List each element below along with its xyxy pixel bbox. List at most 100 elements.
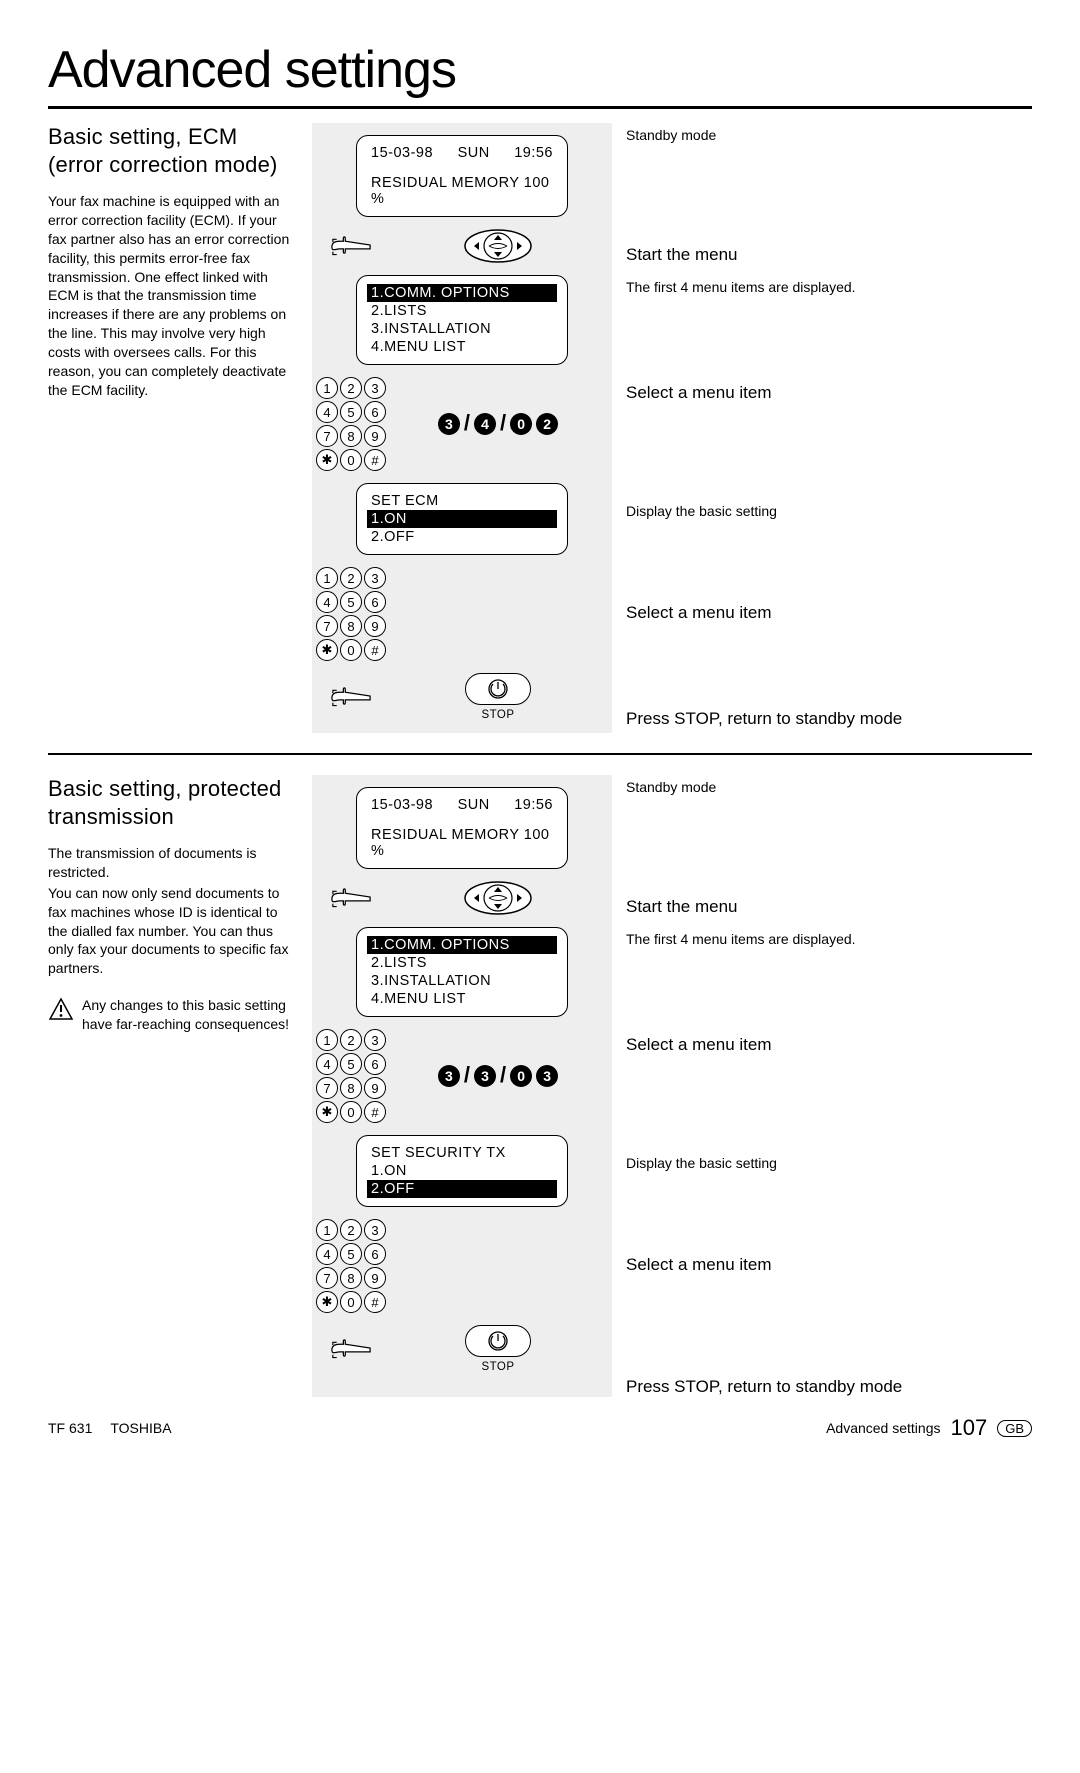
keypad-icon: 1 2 3 4 5 6 7 8 9 ✱ 0 #	[316, 567, 386, 661]
note-start-menu: Start the menu	[626, 897, 1032, 917]
key-1[interactable]: 1	[316, 1029, 338, 1051]
keypad-icon: 1 2 3 4 5 6 7 8 9 ✱ 0 #	[316, 377, 386, 471]
key-6[interactable]: 6	[364, 591, 386, 613]
footer-page: 107	[950, 1415, 987, 1441]
key-3[interactable]: 3	[364, 1029, 386, 1051]
section-ecm-body: Your fax machine is equipped with an err…	[48, 192, 298, 400]
key-2[interactable]: 2	[340, 377, 362, 399]
key-2[interactable]: 2	[340, 567, 362, 589]
warning-text: Any changes to this basic setting have f…	[82, 996, 298, 1034]
key-5[interactable]: 5	[340, 591, 362, 613]
key-7[interactable]: 7	[316, 1267, 338, 1289]
note-select-2: Select a menu item	[626, 603, 1032, 623]
menu-item-2: 2.LISTS	[367, 302, 557, 320]
note-select: Select a menu item	[626, 1035, 1032, 1055]
key-star[interactable]: ✱	[316, 1291, 338, 1313]
key-6[interactable]: 6	[364, 1243, 386, 1265]
note-start-menu: Start the menu	[626, 245, 1032, 265]
keypad-icon: 1 2 3 4 5 6 7 8 9 ✱ 0 #	[316, 1029, 386, 1123]
key-4[interactable]: 4	[316, 401, 338, 423]
section-protected-heading: Basic setting, protected transmission	[48, 775, 298, 830]
seq-sep: /	[464, 1062, 470, 1088]
key-9[interactable]: 9	[364, 1267, 386, 1289]
note-display-basic: Display the basic setting	[626, 503, 1032, 519]
seq-digit: 3	[438, 1065, 460, 1087]
key-1[interactable]: 1	[316, 1219, 338, 1241]
key-2[interactable]: 2	[340, 1219, 362, 1241]
lcd-time: 19:56	[514, 797, 553, 813]
key-3[interactable]: 3	[364, 1219, 386, 1241]
stop-button[interactable]	[465, 673, 531, 705]
key-8[interactable]: 8	[340, 1077, 362, 1099]
section-protected-body1: The transmission of documents is restric…	[48, 844, 298, 882]
menu-item-1: 1.COMM. OPTIONS	[367, 936, 557, 954]
key-6[interactable]: 6	[364, 401, 386, 423]
key-0[interactable]: 0	[340, 1291, 362, 1313]
key-star[interactable]: ✱	[316, 449, 338, 471]
section-protected-body2: You can now only send documents to fax m…	[48, 884, 298, 978]
key-1[interactable]: 1	[316, 377, 338, 399]
menu-item-3: 3.INSTALLATION	[367, 320, 557, 338]
warning-icon	[48, 997, 74, 1021]
lcd-day: SUN	[458, 797, 490, 813]
key-hash[interactable]: #	[364, 639, 386, 661]
lcd-standby: 15-03-98 SUN 19:56 RESIDUAL MEMORY 100 %	[356, 135, 568, 217]
key-star[interactable]: ✱	[316, 639, 338, 661]
menu-item-3: 3.INSTALLATION	[367, 972, 557, 990]
key-9[interactable]: 9	[364, 615, 386, 637]
note-select-2: Select a menu item	[626, 1255, 1032, 1275]
key-7[interactable]: 7	[316, 615, 338, 637]
stop-icon	[487, 1330, 509, 1352]
key-1[interactable]: 1	[316, 567, 338, 589]
key-3[interactable]: 3	[364, 377, 386, 399]
key-4[interactable]: 4	[316, 1053, 338, 1075]
security-title: SET SECURITY TX	[367, 1144, 557, 1162]
stop-icon	[487, 678, 509, 700]
key-0[interactable]: 0	[340, 639, 362, 661]
key-0[interactable]: 0	[340, 1101, 362, 1123]
note-select: Select a menu item	[626, 383, 1032, 403]
key-0[interactable]: 0	[340, 449, 362, 471]
footer-brand: TOSHIBA	[110, 1420, 171, 1436]
seq-digit: 3	[438, 413, 460, 435]
seq-digit: 4	[474, 413, 496, 435]
key-4[interactable]: 4	[316, 1243, 338, 1265]
nav-rocker-button[interactable]	[464, 881, 532, 915]
lcd-memory: RESIDUAL MEMORY 100 %	[367, 174, 557, 208]
lcd-date: 15-03-98	[371, 797, 433, 813]
seq-digit: 0	[510, 413, 532, 435]
note-press-stop: Press STOP, return to standby mode	[626, 709, 1032, 729]
key-8[interactable]: 8	[340, 1267, 362, 1289]
key-7[interactable]: 7	[316, 1077, 338, 1099]
key-5[interactable]: 5	[340, 1053, 362, 1075]
key-5[interactable]: 5	[340, 401, 362, 423]
nav-rocker-button[interactable]	[464, 229, 532, 263]
key-hash[interactable]: #	[364, 1291, 386, 1313]
security-opt-on: 1.ON	[367, 1162, 557, 1180]
ecm-title: SET ECM	[367, 492, 557, 510]
key-2[interactable]: 2	[340, 1029, 362, 1051]
key-3[interactable]: 3	[364, 567, 386, 589]
note-standby: Standby mode	[626, 127, 1032, 143]
key-9[interactable]: 9	[364, 1077, 386, 1099]
key-8[interactable]: 8	[340, 425, 362, 447]
pointing-hand-icon	[330, 1336, 372, 1362]
seq-digit: 2	[536, 413, 558, 435]
key-8[interactable]: 8	[340, 615, 362, 637]
key-9[interactable]: 9	[364, 425, 386, 447]
key-hash[interactable]: #	[364, 1101, 386, 1123]
lcd-date: 15-03-98	[371, 145, 433, 161]
page-title: Advanced settings	[48, 40, 1032, 100]
seq-sep: /	[500, 410, 506, 436]
key-hash[interactable]: #	[364, 449, 386, 471]
stop-label: STOP	[481, 1361, 514, 1373]
footer-lang: GB	[997, 1420, 1032, 1437]
key-star[interactable]: ✱	[316, 1101, 338, 1123]
key-5[interactable]: 5	[340, 1243, 362, 1265]
key-6[interactable]: 6	[364, 1053, 386, 1075]
lcd-ecm: SET ECM 1.ON 2.OFF	[356, 483, 568, 555]
key-4[interactable]: 4	[316, 591, 338, 613]
stop-button[interactable]	[465, 1325, 531, 1357]
pointing-hand-icon	[330, 684, 372, 710]
key-7[interactable]: 7	[316, 425, 338, 447]
